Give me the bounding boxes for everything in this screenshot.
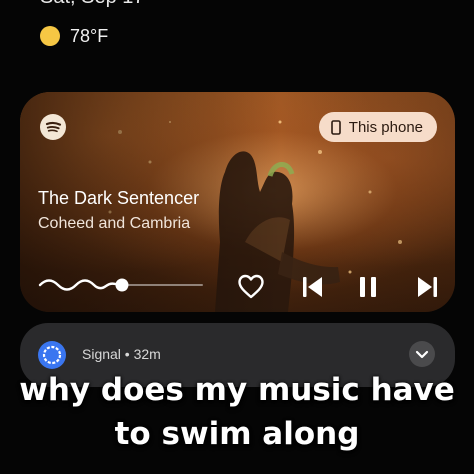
weather-widget[interactable]: 78°F bbox=[40, 24, 108, 48]
progress-seekbar[interactable] bbox=[36, 272, 206, 296]
signal-icon bbox=[38, 341, 66, 369]
caption-line-1: why does my music have bbox=[19, 372, 455, 408]
temperature-label: 78°F bbox=[70, 25, 109, 46]
song-title: The Dark Sentencer bbox=[38, 188, 200, 208]
notification-summary: Signal • 32m bbox=[82, 346, 161, 362]
lockscreen-date: Sat, Sep 17 bbox=[40, 0, 145, 9]
seekbar-thumb bbox=[115, 278, 129, 292]
output-device-chip[interactable]: This phone bbox=[318, 112, 437, 142]
phone-icon bbox=[330, 119, 341, 135]
media-player-card[interactable]: This phone The Dark Sentencer Coheed and… bbox=[20, 92, 455, 312]
video-caption: why does my music have to swim along bbox=[0, 368, 474, 456]
heart-icon[interactable] bbox=[236, 272, 266, 302]
pause-icon[interactable] bbox=[353, 272, 383, 302]
caption-line-2: to swim along bbox=[114, 416, 360, 452]
previous-icon[interactable] bbox=[298, 272, 328, 302]
chevron-down-icon[interactable] bbox=[409, 341, 435, 367]
device-label: This phone bbox=[348, 118, 423, 136]
artist-name: Coheed and Cambria bbox=[38, 215, 191, 232]
spotify-icon bbox=[40, 114, 66, 140]
next-icon[interactable] bbox=[412, 272, 442, 302]
sun-icon bbox=[40, 26, 60, 46]
